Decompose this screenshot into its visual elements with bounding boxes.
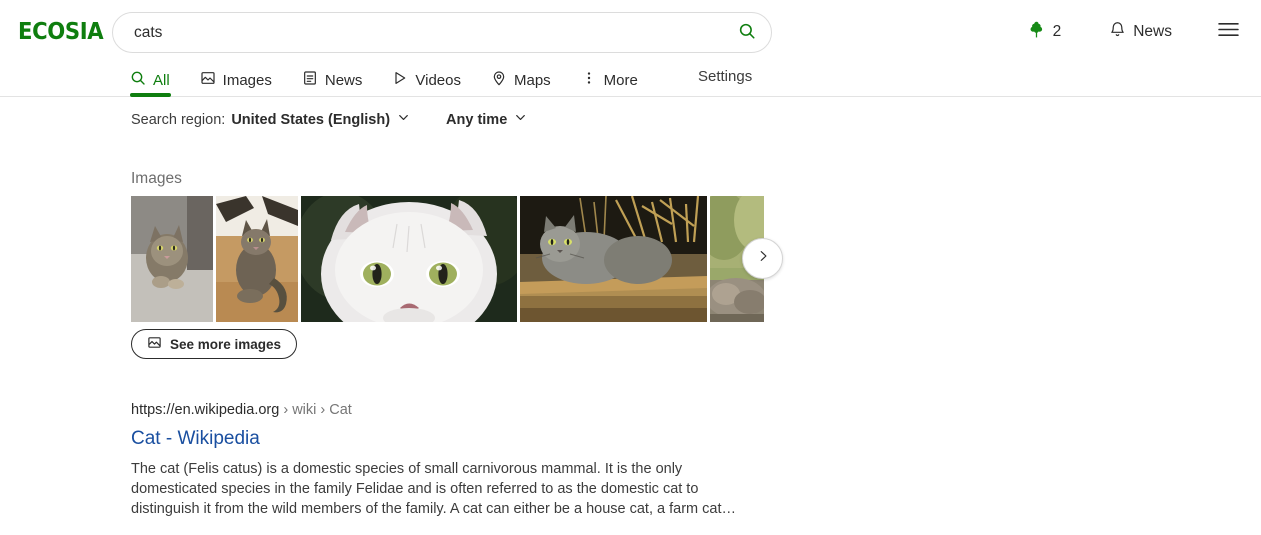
time-filter-value: Any time xyxy=(446,111,508,128)
vertical-dots-icon xyxy=(581,70,597,90)
image-icon xyxy=(200,70,216,90)
tab-all-label: All xyxy=(153,71,170,89)
hamburger-icon xyxy=(1218,21,1239,43)
tab-maps[interactable]: Maps xyxy=(491,63,562,97)
play-icon xyxy=(392,70,408,90)
result-url[interactable]: https://en.wikipedia.org › wiki › Cat xyxy=(131,401,771,420)
search-icon xyxy=(738,22,756,43)
search-region-label: Search region: xyxy=(131,111,226,128)
carousel-thumbnail[interactable] xyxy=(216,196,298,322)
result-url-breadcrumb: › wiki › Cat xyxy=(279,402,352,418)
chevron-down-icon xyxy=(514,111,527,128)
search-bar[interactable] xyxy=(112,12,772,53)
search-vertical-tabs: All Images News Videos Maps More xyxy=(130,63,649,97)
images-carousel[interactable] xyxy=(131,196,764,322)
tab-maps-label: Maps xyxy=(513,71,551,89)
hamburger-menu-button[interactable] xyxy=(1212,17,1245,47)
filter-row: Search region: United States (English) A… xyxy=(131,111,527,128)
result-title[interactable]: Cat - Wikipedia xyxy=(131,427,771,451)
tree-icon xyxy=(1027,20,1046,44)
image-icon xyxy=(147,335,162,353)
see-more-images-label: See more images xyxy=(170,336,282,352)
carousel-thumbnail[interactable] xyxy=(520,196,707,322)
result-description: The cat (Felis catus) is a domestic spec… xyxy=(131,461,736,517)
tab-videos-label: Videos xyxy=(415,71,461,89)
tree-count: 2 xyxy=(1052,23,1062,40)
tab-more[interactable]: More xyxy=(581,63,649,97)
carousel-next-button[interactable] xyxy=(742,238,783,279)
carousel-thumbnail[interactable] xyxy=(131,196,213,322)
carousel-thumbnail[interactable] xyxy=(301,196,517,322)
document-icon xyxy=(302,70,318,90)
tab-images[interactable]: Images xyxy=(200,63,283,97)
tab-videos[interactable]: Videos xyxy=(392,63,472,97)
see-more-images-button[interactable]: See more images xyxy=(131,329,298,359)
header-actions: 2 News xyxy=(1015,14,1245,50)
tree-counter[interactable]: 2 xyxy=(1015,16,1074,48)
search-region-value: United States (English) xyxy=(231,111,391,128)
map-pin-icon xyxy=(491,70,507,90)
tab-news[interactable]: News xyxy=(302,63,374,97)
images-module-heading: Images xyxy=(131,170,182,187)
time-filter-select[interactable]: Any time xyxy=(446,111,527,128)
tab-more-label: More xyxy=(603,71,638,89)
search-icon xyxy=(130,70,146,90)
search-region-select[interactable]: United States (English) xyxy=(231,111,410,128)
settings-link[interactable]: Settings xyxy=(698,68,752,85)
tab-news-label: News xyxy=(324,71,363,89)
bell-icon xyxy=(1109,21,1126,43)
tab-all[interactable]: All xyxy=(130,63,181,97)
search-result-item: https://en.wikipedia.org › wiki › Cat Ca… xyxy=(131,401,771,519)
ecosia-logo[interactable]: ECOSIA xyxy=(18,20,104,44)
page-header: ECOSIA 2 xyxy=(0,0,1261,97)
active-tab-indicator xyxy=(130,93,171,97)
news-label: News xyxy=(1133,23,1172,40)
news-button[interactable]: News xyxy=(1095,17,1186,47)
chevron-down-icon xyxy=(397,111,410,128)
search-submit-button[interactable] xyxy=(723,13,771,52)
chevron-right-icon xyxy=(756,249,770,268)
search-input[interactable] xyxy=(113,23,723,42)
result-url-domain: https://en.wikipedia.org xyxy=(131,402,280,418)
tab-images-label: Images xyxy=(222,71,272,89)
